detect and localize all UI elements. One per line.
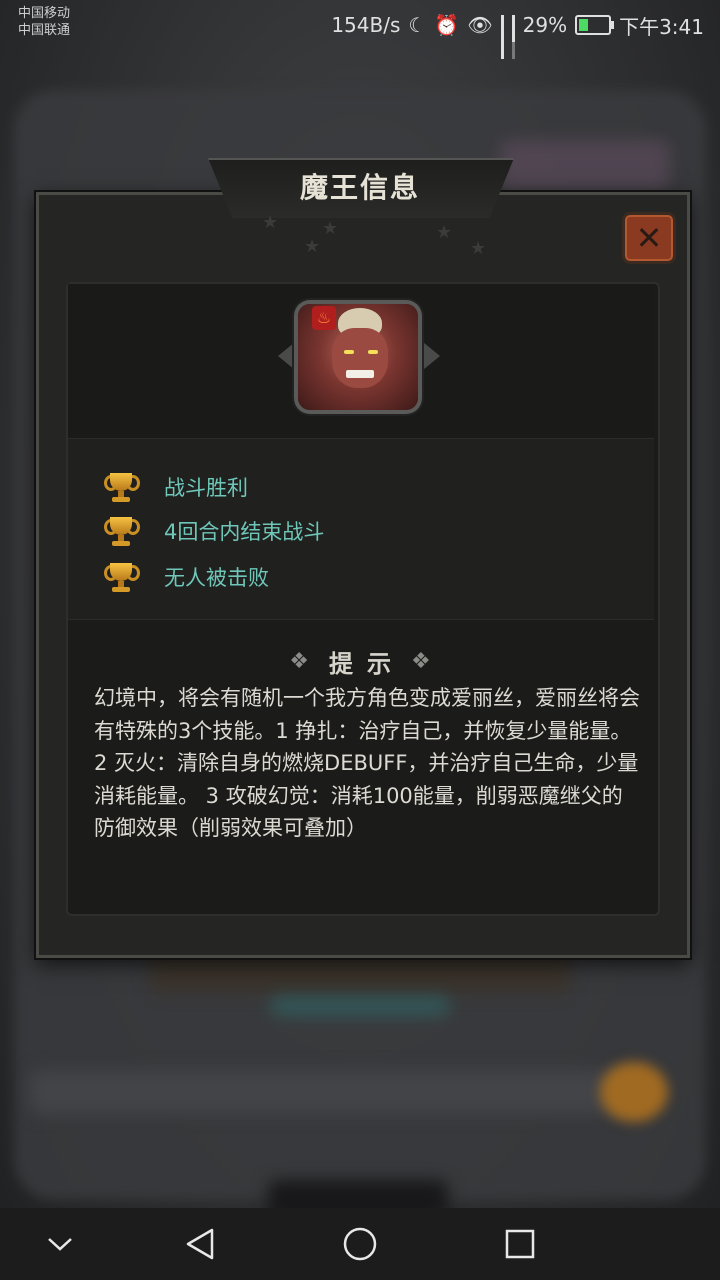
background-row <box>30 1070 630 1114</box>
carrier-1: 中国移动 <box>18 6 71 21</box>
condition-item: 战斗胜利 <box>104 470 248 504</box>
star-icon: ★ <box>262 212 279 233</box>
back-triangle-icon <box>186 1228 214 1260</box>
close-icon: ✕ <box>635 219 663 257</box>
trophy-icon <box>104 515 140 547</box>
star-icon: ★ <box>470 238 487 259</box>
condition-label: 无人被击败 <box>164 566 269 590</box>
dialog-title: 魔王信息 <box>299 171 420 204</box>
recents-button[interactable] <box>498 1222 542 1266</box>
screen: 中国移动 中国联通 154B/s ☾ ⏰ 👁 29% 下午3:41 魔王信息 ★… <box>0 0 720 1280</box>
collapse-button[interactable] <box>38 1222 82 1266</box>
home-circle-icon <box>343 1227 377 1261</box>
trophy-icon <box>104 471 140 503</box>
hint-heading: ❖ 提示 ❖ <box>270 644 450 678</box>
status-icons: 154B/s ☾ ⏰ 👁 29% 下午3:41 <box>331 10 704 59</box>
moon-icon: ☾ <box>408 13 427 37</box>
boss-portrait: ♨ <box>278 292 440 422</box>
close-button[interactable]: ✕ <box>622 212 676 264</box>
carrier-2: 中国联通 <box>18 23 71 38</box>
carrier-info: 中国移动 中国联通 <box>18 5 70 39</box>
background-chest-icon <box>600 1062 668 1122</box>
status-bar: 中国移动 中国联通 154B/s ☾ ⏰ 👁 29% 下午3:41 <box>0 0 720 59</box>
back-button[interactable] <box>178 1222 222 1266</box>
alarm-icon: ⏰ <box>434 13 460 37</box>
star-icon: ★ <box>322 218 339 239</box>
diamond-right-icon: ❖ <box>411 648 431 674</box>
condition-item: 4回合内结束战斗 <box>104 514 324 548</box>
chevron-down-icon <box>48 1238 72 1251</box>
clock: 下午3:41 <box>619 14 704 39</box>
eye-icon: 👁 <box>467 13 493 37</box>
fire-element-icon: ♨ <box>312 306 336 330</box>
battery-icon <box>575 15 615 35</box>
recents-square-icon <box>505 1229 535 1259</box>
hint-title: 提示 <box>329 649 405 678</box>
background-badges <box>500 140 670 190</box>
condition-label: 4回合内结束战斗 <box>164 520 325 544</box>
background-slots <box>150 952 570 992</box>
network-speed: 154B/s <box>331 13 401 37</box>
diamond-left-icon: ❖ <box>289 648 309 674</box>
background-link <box>270 996 450 1016</box>
hint-text: 幻境中，将会有随机一个我方角色变成爱丽丝，爱丽丝将会有特殊的3个技能。1 挣扎：… <box>94 686 640 840</box>
signal-2g-icon <box>500 15 504 59</box>
trophy-icon <box>104 561 140 593</box>
star-icon: ★ <box>436 222 453 243</box>
star-icon: ★ <box>304 236 321 257</box>
home-button[interactable] <box>338 1222 382 1266</box>
condition-label: 战斗胜利 <box>164 476 248 500</box>
condition-item: 无人被击败 <box>104 560 269 594</box>
signal-4g-icon <box>511 15 515 59</box>
battery-percent: 29% <box>522 13 568 37</box>
